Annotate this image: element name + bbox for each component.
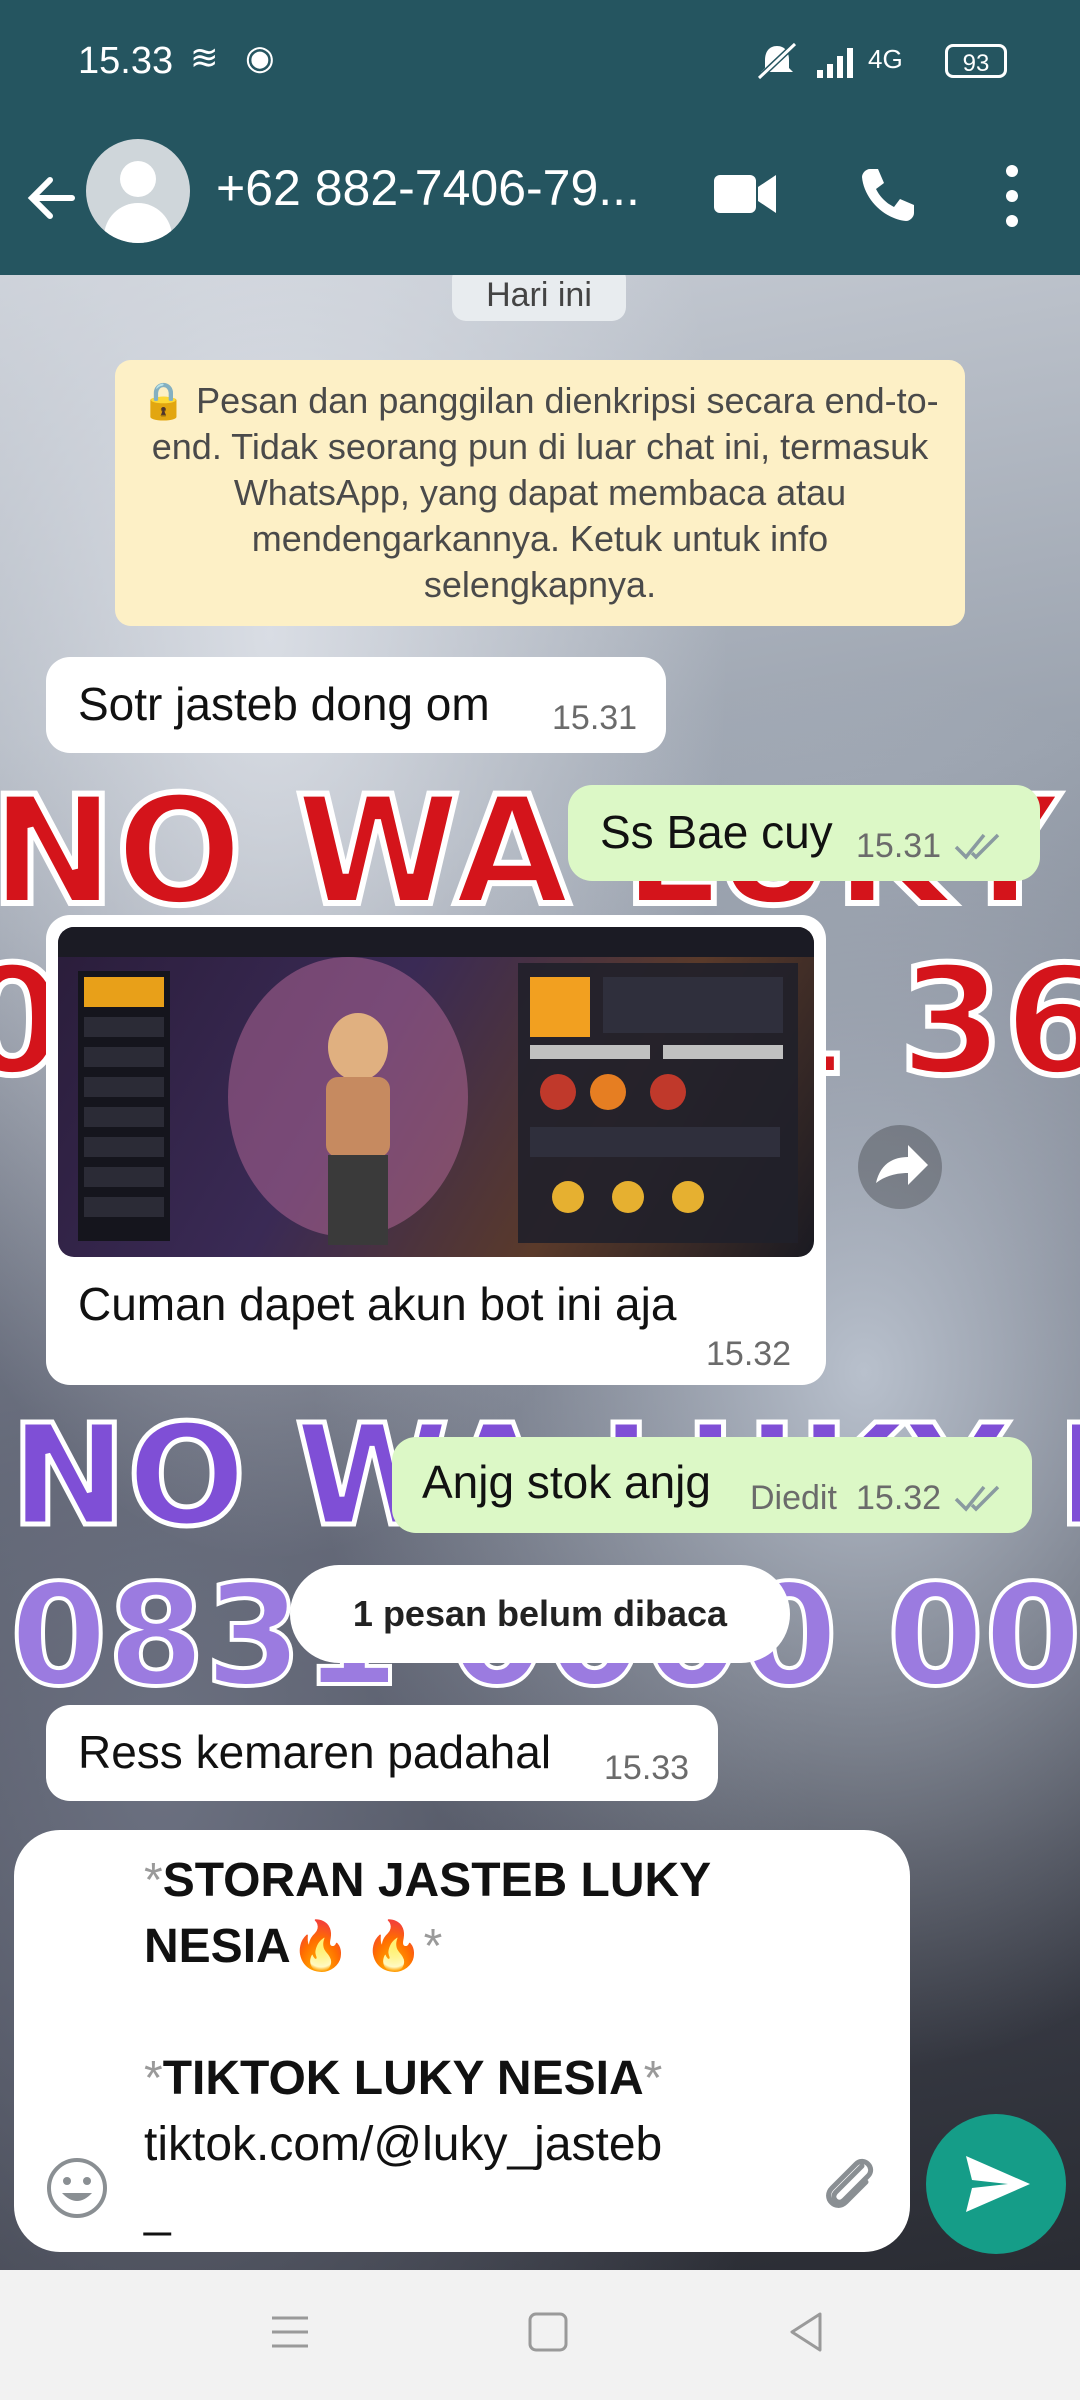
contact-name[interactable]: +62 882-7406-79... [216,159,666,217]
video-call-icon[interactable] [712,169,778,219]
message-text: Sotr jasteb dong om [78,678,490,730]
encryption-notice[interactable]: 🔒 Pesan dan panggilan dienkripsi secara … [115,360,965,626]
home-icon[interactable] [526,2310,570,2354]
image-message-bubble[interactable]: Cuman dapet akun bot ini aja 15.32 [46,915,826,1385]
read-receipt-icon [954,1485,1000,1512]
message-input[interactable]: *STORAN JASTEB LUKY NESIA🔥 🔥* *TIKTOK LU… [144,1848,864,2244]
attach-icon[interactable] [814,2150,884,2220]
message-bubble-outgoing[interactable]: Anjg stok anjg Diedit 15.32 [392,1437,1032,1533]
image-thumbnail[interactable] [58,927,814,1257]
menu-icon[interactable] [268,2310,312,2354]
message-text: Ress kemaren padahal [78,1726,552,1778]
contact-avatar[interactable] [86,139,190,243]
emoji-icon[interactable] [44,2155,110,2221]
mute-icon [756,42,798,81]
forward-icon[interactable] [858,1125,942,1209]
media-notification-icon: ◉ [245,39,275,77]
message-text: Ss Bae cuy [600,806,833,858]
app-notification-icon: ≋ [190,39,219,77]
message-bubble-incoming[interactable]: Sotr jasteb dong om 15.31 [46,657,666,753]
status-bar: 15.33 ≋ ◉ 4G 93 [0,0,1080,125]
unread-messages-divider: 1 pesan belum dibaca [290,1565,790,1663]
system-navigation-bar [0,2270,1080,2400]
message-time: 15.31 [552,699,638,737]
signal-icon [817,48,853,78]
message-text: Anjg stok anjg [422,1456,711,1508]
more-options-icon[interactable] [1000,161,1024,231]
message-time: 15.33 [604,1749,690,1787]
message-bubble-outgoing[interactable]: Ss Bae cuy 15.31 [568,785,1040,881]
voice-call-icon[interactable] [858,165,918,225]
message-time: 15.32 [856,1479,942,1517]
battery-indicator: 93 [945,44,1007,78]
edited-label: Diedit [750,1479,837,1517]
message-time: 15.31 [856,827,942,865]
message-time: 15.32 [706,1335,792,1373]
status-time: 15.33 [78,40,174,82]
image-caption: Cuman dapet akun bot ini aja [78,1278,677,1330]
chat-header: +62 882-7406-79... [0,125,1080,275]
message-compose-box[interactable]: *STORAN JASTEB LUKY NESIA🔥 🔥* *TIKTOK LU… [14,1830,910,2252]
send-button[interactable] [926,2114,1066,2254]
send-icon [966,2156,1030,2212]
date-divider: Hari ini [452,275,626,321]
back-nav-icon[interactable] [784,2310,828,2354]
network-type: 4G [868,44,903,74]
read-receipt-icon [954,833,1000,860]
back-arrow-icon[interactable] [22,163,82,233]
message-bubble-incoming[interactable]: Ress kemaren padahal 15.33 [46,1705,718,1801]
